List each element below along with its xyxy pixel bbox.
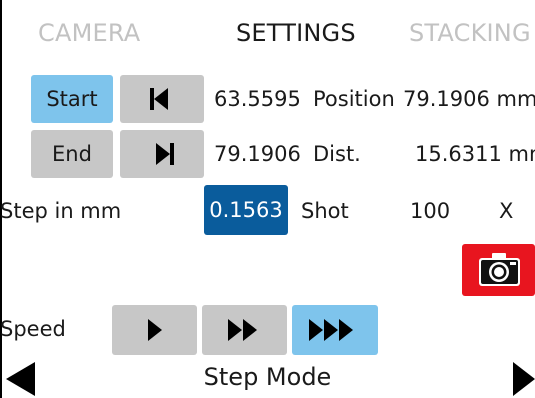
start-button-label: Start [46, 87, 98, 111]
end-button[interactable]: End [31, 130, 113, 178]
speed-medium-button[interactable] [202, 305, 287, 355]
tab-camera[interactable]: CAMERA [38, 19, 140, 47]
step-value-field[interactable]: 0.1563 [204, 185, 288, 235]
skip-to-end-icon [156, 143, 174, 165]
step-value: 0.1563 [209, 198, 283, 222]
start-button[interactable]: Start [31, 75, 113, 123]
shot-count[interactable]: 100 [410, 199, 450, 223]
camera-shutter-button[interactable] [462, 244, 535, 296]
shot-multiplier: X [499, 199, 514, 223]
go-to-start-button[interactable] [120, 75, 204, 123]
camera-icon [479, 253, 520, 286]
speed-slow-button[interactable] [112, 305, 197, 355]
double-play-icon [228, 319, 257, 341]
step-label: Step in mm [0, 199, 122, 223]
speed-label: Speed [0, 317, 66, 341]
start-position-value: 63.5595 [214, 87, 301, 111]
tab-stacking[interactable]: STACKING [409, 19, 531, 47]
single-play-icon [148, 319, 162, 341]
distance-label: Dist. [313, 142, 361, 166]
triple-play-icon [309, 319, 353, 341]
current-position-value: 79.1906 mm [403, 87, 535, 111]
app-screen: CAMERA SETTINGS STACKING Start 63.5595 P… [0, 0, 535, 398]
distance-value: 15.6311 mm [415, 142, 535, 166]
mode-label: Step Mode [203, 363, 332, 391]
shot-label: Shot [301, 199, 349, 223]
right-arrow-icon[interactable] [505, 358, 535, 398]
position-label: Position [313, 87, 395, 111]
end-position-value: 79.1906 [214, 142, 301, 166]
end-button-label: End [52, 142, 92, 166]
tab-settings[interactable]: SETTINGS [236, 19, 356, 47]
go-to-end-button[interactable] [120, 130, 204, 178]
speed-fast-button[interactable] [292, 305, 378, 355]
skip-to-start-icon [150, 88, 168, 110]
